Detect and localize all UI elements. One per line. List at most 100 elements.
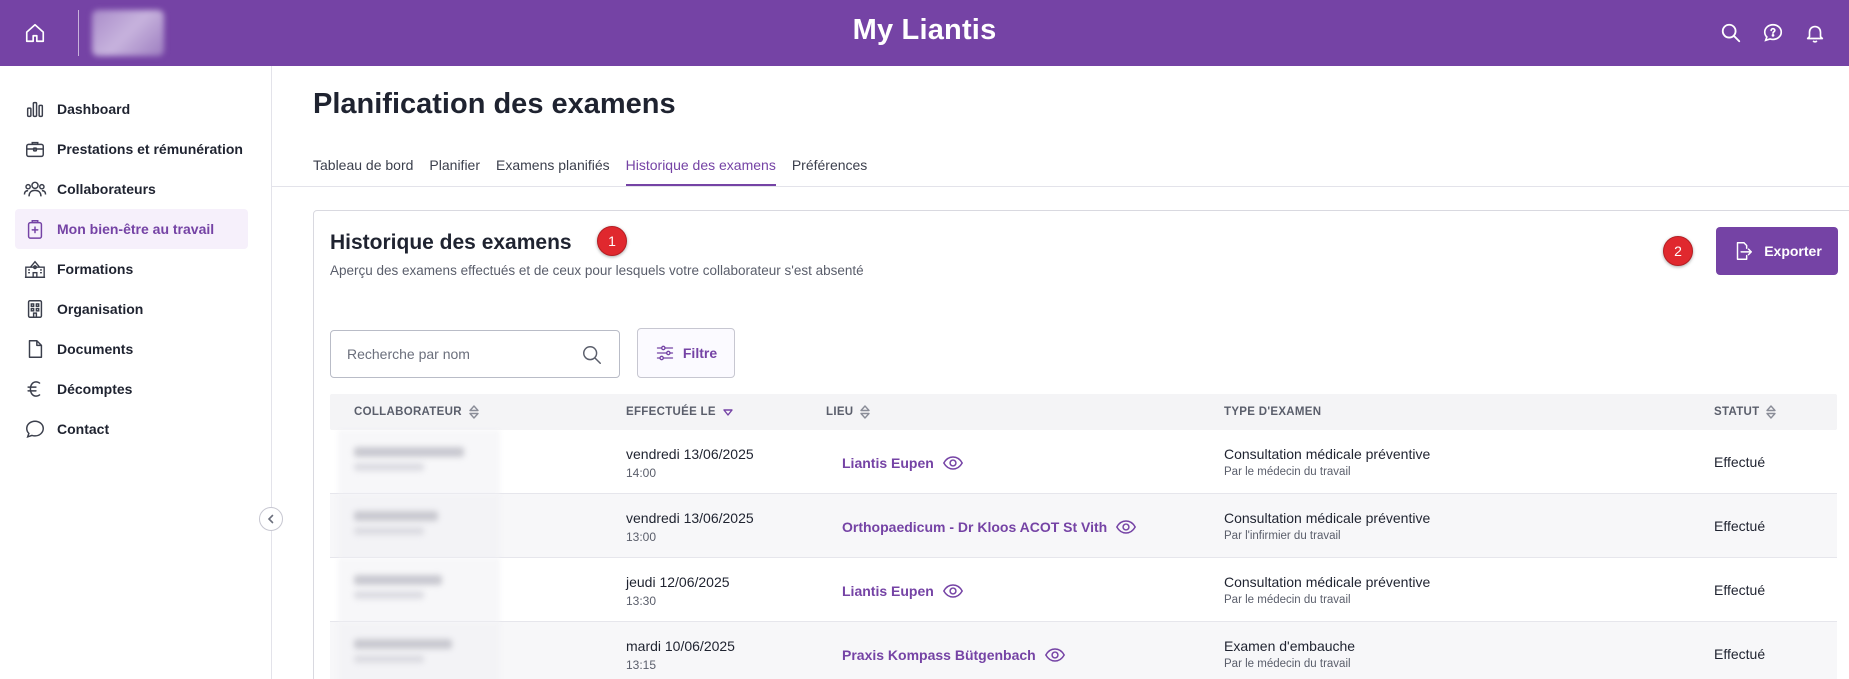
- status-cell: Effectué: [1714, 582, 1766, 598]
- search-button[interactable]: [1715, 17, 1747, 49]
- page-title: Planification des examens: [313, 88, 676, 120]
- card-title: Historique des examens: [330, 231, 572, 254]
- header-actions: [1715, 17, 1831, 49]
- sliders-icon: [656, 345, 674, 361]
- type-sub-cell: Par le médecin du travail: [1224, 594, 1351, 606]
- home-button[interactable]: [20, 18, 50, 48]
- sidebar-item-label: Prestations et rémunération: [57, 141, 243, 157]
- collaborateur-redacted: [338, 622, 500, 679]
- type-sub-cell: Par le médecin du travail: [1224, 466, 1351, 478]
- column-header-statut[interactable]: STATUT: [1714, 394, 1777, 430]
- school-icon: [23, 257, 47, 281]
- status-cell: Effectué: [1714, 646, 1766, 662]
- lieu-link[interactable]: Orthopaedicum - Dr Kloos ACOT St Vith: [842, 516, 1137, 538]
- table-row[interactable]: vendredi 13/06/2025 14:00 Liantis Eupen …: [330, 430, 1837, 494]
- lieu-link[interactable]: Praxis Kompass Bütgenbach: [842, 644, 1066, 666]
- chevron-left-icon: [267, 514, 274, 524]
- history-card: Historique des examens 1 Aperçu des exam…: [313, 210, 1849, 679]
- chat-question-icon: [1763, 23, 1783, 42]
- column-header-type-examen: TYPE D'EXAMEN: [1224, 394, 1321, 430]
- sidebar-item-label: Collaborateurs: [57, 181, 156, 197]
- messages-button[interactable]: [1757, 17, 1789, 49]
- filter-label: Filtre: [682, 345, 718, 361]
- table-row[interactable]: jeudi 12/06/2025 13:30 Liantis Eupen Con…: [330, 558, 1837, 622]
- sidebar-item-label: Décomptes: [57, 381, 133, 397]
- bell-icon: [1806, 25, 1824, 43]
- collaborateur-name-redacted: [354, 511, 438, 521]
- collaborateur-name-redacted: [354, 447, 464, 457]
- medical-badge-icon: [23, 217, 47, 241]
- tab-preferences[interactable]: Préférences: [792, 154, 867, 186]
- lieu-label: Orthopaedicum - Dr Kloos ACOT St Vith: [842, 519, 1108, 535]
- column-header-lieu[interactable]: LIEU: [826, 394, 871, 430]
- column-label: COLLABORATEUR: [354, 406, 462, 418]
- sidebar-item-bien-etre[interactable]: Mon bien-être au travail: [15, 209, 248, 249]
- eye-icon[interactable]: [1044, 644, 1066, 666]
- annotation-badge-1: 1: [597, 226, 627, 256]
- briefcase-icon: [23, 137, 47, 161]
- type-cell: Consultation médicale préventive: [1224, 574, 1431, 590]
- table-row[interactable]: mardi 10/06/2025 13:15 Praxis Kompass Bü…: [330, 622, 1837, 679]
- tab-examens-planifies[interactable]: Examens planifiés: [496, 154, 610, 186]
- status-cell: Effectué: [1714, 518, 1766, 534]
- lieu-label: Liantis Eupen: [842, 583, 934, 599]
- date-cell: mardi 10/06/2025: [626, 638, 735, 654]
- sidebar-item-contact[interactable]: Contact: [15, 409, 248, 449]
- lieu-link[interactable]: Liantis Eupen: [842, 580, 964, 602]
- column-header-effectuee-le[interactable]: EFFECTUÉE LE: [626, 394, 734, 430]
- sidebar-item-organisation[interactable]: Organisation: [15, 289, 248, 329]
- eye-icon[interactable]: [942, 580, 964, 602]
- sidebar-item-label: Documents: [57, 341, 134, 357]
- tab-tableau-de-bord[interactable]: Tableau de bord: [313, 154, 413, 186]
- time-cell: 13:30: [626, 594, 657, 608]
- sidebar-item-documents[interactable]: Documents: [15, 329, 248, 369]
- eye-icon[interactable]: [1115, 516, 1137, 538]
- export-icon: [1736, 242, 1753, 260]
- sidebar-item-formations[interactable]: Formations: [15, 249, 248, 289]
- history-table: COLLABORATEUR EFFECTUÉE LE LIEU TYPE D'E…: [330, 394, 1837, 679]
- collaborateur-name-redacted: [354, 575, 442, 585]
- time-cell: 13:15: [626, 658, 657, 672]
- sidebar-item-prestations[interactable]: Prestations et rémunération: [15, 129, 248, 169]
- sidebar-item-label: Contact: [57, 421, 110, 437]
- search-input[interactable]: [347, 346, 567, 362]
- sidebar-item-dashboard[interactable]: Dashboard: [15, 89, 248, 129]
- search-box: [330, 330, 620, 378]
- column-header-collaborateur[interactable]: COLLABORATEUR: [354, 394, 480, 430]
- euro-icon: [23, 377, 47, 401]
- sidebar-item-label: Organisation: [57, 301, 144, 317]
- collaborateur-id-redacted: [354, 463, 424, 471]
- card-subtitle: Aperçu des examens effectués et de ceux …: [330, 263, 864, 278]
- collaborateur-id-redacted: [354, 591, 424, 599]
- time-cell: 13:00: [626, 530, 657, 544]
- lieu-link[interactable]: Liantis Eupen: [842, 452, 964, 474]
- tabs-divider: [272, 186, 1849, 187]
- bar-chart-icon: [23, 97, 47, 121]
- type-cell: Consultation médicale préventive: [1224, 510, 1431, 526]
- search-icon[interactable]: [581, 344, 603, 366]
- collaborateur-redacted: [338, 558, 500, 622]
- chat-bubble-icon: [23, 417, 47, 441]
- table-row[interactable]: vendredi 13/06/2025 13:00 Orthopaedicum …: [330, 494, 1837, 558]
- collaborateur-name-redacted: [354, 639, 452, 649]
- eye-icon[interactable]: [942, 452, 964, 474]
- column-label: EFFECTUÉE LE: [626, 406, 716, 418]
- date-cell: vendredi 13/06/2025: [626, 510, 754, 526]
- notifications-button[interactable]: [1799, 17, 1831, 49]
- sidebar-item-label: Formations: [57, 261, 134, 277]
- sort-icon: [860, 405, 871, 419]
- sidebar-item-decomptes[interactable]: Décomptes: [15, 369, 248, 409]
- lieu-label: Praxis Kompass Bütgenbach: [842, 647, 1036, 663]
- tab-bar: Tableau de bord Planifier Examens planif…: [313, 154, 883, 186]
- sort-desc-icon: [723, 409, 733, 416]
- column-label: STATUT: [1714, 406, 1760, 418]
- export-button[interactable]: Exporter: [1716, 227, 1838, 275]
- collaborateur-id-redacted: [354, 655, 424, 663]
- sidebar-collapse-button[interactable]: [259, 507, 283, 531]
- tab-planifier[interactable]: Planifier: [429, 154, 480, 186]
- home-icon: [25, 23, 45, 43]
- search-icon: [1721, 23, 1741, 43]
- filter-button[interactable]: Filtre: [637, 328, 735, 378]
- sidebar-item-collaborateurs[interactable]: Collaborateurs: [15, 169, 248, 209]
- tab-historique-des-examens[interactable]: Historique des examens: [625, 154, 776, 186]
